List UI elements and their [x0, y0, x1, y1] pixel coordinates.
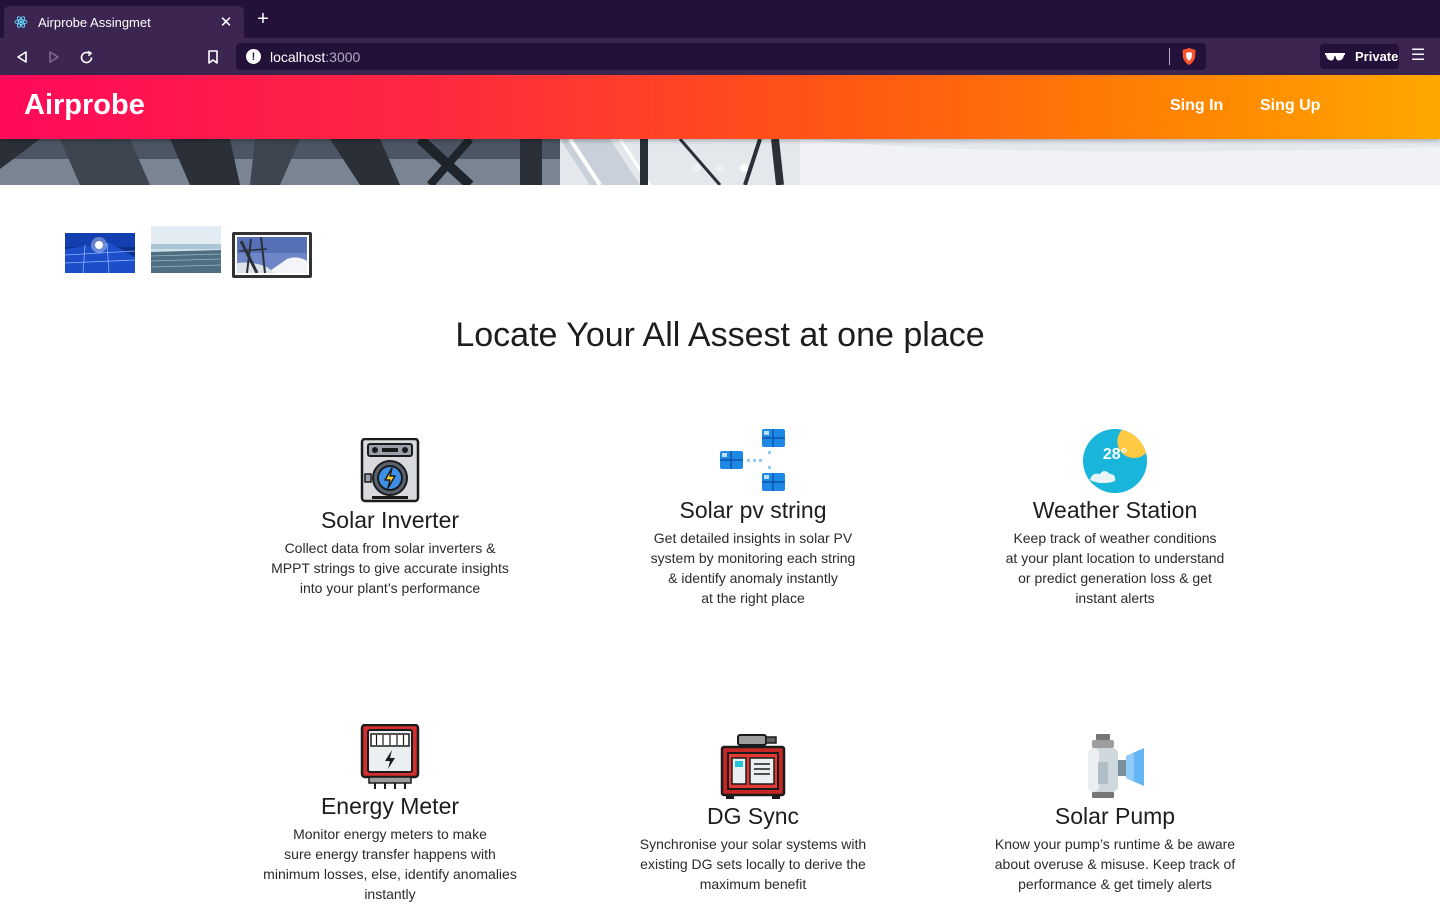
thumbnail-1[interactable] [65, 233, 135, 273]
browser-tab-bar: Airprobe Assingmet ✕ + [0, 0, 1440, 38]
feature-card-energy-meter: Energy Meter Monitor energy meters to ma… [240, 723, 540, 904]
brand-logo[interactable]: Airprobe [24, 89, 145, 122]
sign-up-link[interactable]: Sing Up [1260, 97, 1320, 115]
feature-title: Weather Station [1032, 497, 1198, 523]
thumbnail-2[interactable] [151, 226, 221, 273]
address-bar[interactable]: ! localhost :3000 [236, 43, 1206, 70]
feature-title: Solar Inverter [320, 507, 460, 533]
feature-card-dg-sync: DG Sync Synchronise your solar systems w… [603, 734, 903, 894]
back-icon[interactable] [11, 46, 33, 68]
url-divider [1169, 48, 1170, 65]
weather-icon: 28° [1082, 428, 1148, 494]
private-glasses-icon [1324, 51, 1346, 63]
solar-panels-sunset-image [65, 233, 135, 273]
new-tab-button[interactable]: + [253, 9, 273, 29]
tab-close-icon[interactable]: ✕ [218, 13, 234, 31]
sign-in-link[interactable]: Sing In [1170, 97, 1223, 115]
feature-description: Get detailed insights in solar PV system… [650, 530, 856, 606]
react-favicon-icon [14, 15, 28, 29]
feature-title: Solar Pump [1054, 803, 1176, 829]
carousel-dot-3[interactable] [740, 164, 748, 172]
browser-tab[interactable]: Airprobe Assingmet ✕ [4, 6, 244, 38]
forward-icon[interactable] [43, 46, 65, 68]
feature-card-solar-pump: Solar Pump Know your pump’s runtime & be… [965, 734, 1265, 894]
feature-description: Monitor energy meters to make sure energ… [263, 826, 517, 902]
pv-string-icon [720, 428, 786, 494]
private-label: Private [1355, 49, 1399, 64]
inverter-icon [357, 437, 423, 504]
feature-description: Know your pump’s runtime & be aware abou… [994, 836, 1236, 892]
section-headline: Locate Your All Assest at one place [455, 316, 985, 354]
feature-description: Synchronise your solar systems with exis… [639, 836, 867, 892]
private-window-badge: Private [1320, 44, 1399, 69]
temperature-label: 28° [1102, 446, 1128, 463]
active-thumbnail-frame [232, 232, 312, 278]
tab-title: Airprobe Assingmet [38, 14, 151, 30]
feature-title: Solar pv string [679, 497, 827, 523]
reload-icon[interactable] [75, 46, 97, 68]
feature-card-solar-inverter: Solar Inverter Collect data from solar i… [240, 437, 540, 598]
generator-icon [720, 734, 786, 800]
bookmark-icon[interactable] [202, 46, 224, 68]
url-port: :3000 [325, 48, 361, 65]
feature-description: Collect data from solar inverters & MPPT… [271, 540, 509, 596]
pump-icon [1082, 734, 1148, 800]
hero-carousel [0, 139, 1440, 185]
carousel-dot-1[interactable] [692, 164, 700, 172]
feature-description: Keep track of weather conditions at your… [1005, 530, 1225, 606]
brave-shield-icon[interactable] [1180, 47, 1198, 66]
floating-solar-farm-image [151, 226, 221, 273]
browser-toolbar: ! localhost :3000 Private ☰ [0, 38, 1440, 75]
carousel-dot-2[interactable] [716, 164, 724, 172]
url-host: localhost [270, 48, 326, 65]
feature-card-weather-station: 28° Weather Station Keep track of weathe… [965, 428, 1265, 608]
site-info-icon[interactable]: ! [246, 49, 261, 64]
feature-title: DG Sync [706, 803, 800, 829]
energy-meter-icon [357, 723, 423, 790]
feature-card-solar-pv-string: Solar pv string Get detailed insights in… [603, 428, 903, 608]
feature-title: Energy Meter [320, 793, 460, 819]
browser-menu-icon[interactable]: ☰ [1409, 47, 1427, 65]
hero-slide-image [0, 139, 1440, 185]
app-header: Airprobe Sing In Sing Up [0, 75, 1440, 139]
